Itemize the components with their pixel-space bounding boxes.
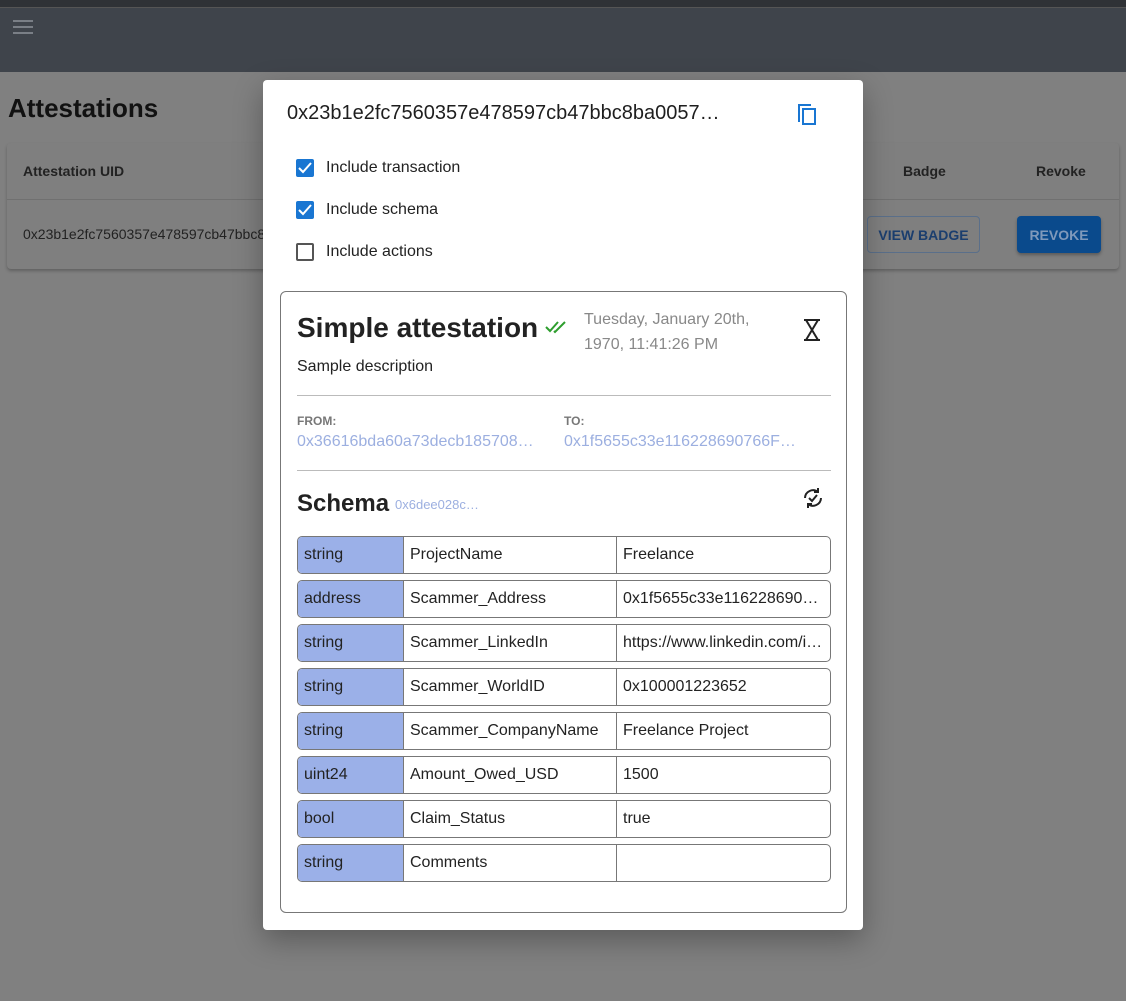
checkbox-option[interactable]: Include schema — [296, 201, 438, 219]
field-value: Freelance — [617, 537, 830, 573]
attestation-description: Sample description — [297, 358, 434, 375]
to-label: TO: — [564, 414, 585, 428]
field-value — [617, 845, 830, 881]
field-type: string — [298, 845, 404, 881]
field-type: string — [298, 669, 404, 705]
schema-field-row: string Scammer_CompanyName Freelance Proje… — [297, 712, 831, 750]
field-name: Scammer_LinkedIn — [404, 625, 617, 661]
double-check-icon — [545, 321, 566, 334]
checkbox-label: Include schema — [326, 201, 439, 218]
hourglass-icon — [804, 319, 820, 341]
attestation-card: Simple attestation Tuesday, January 20th… — [280, 291, 847, 913]
divider — [297, 470, 831, 471]
schema-title: Schema — [297, 490, 390, 517]
field-name: Scammer_Address — [404, 581, 617, 617]
field-name: Claim_Status — [404, 801, 617, 837]
field-value: true — [617, 801, 830, 837]
revoke-button[interactable]: REVOKE — [1017, 216, 1101, 253]
hamburger-menu-icon[interactable] — [13, 20, 33, 34]
to-address[interactable]: 0x1f5655c33e116228690766F… — [564, 433, 796, 451]
view-badge-button[interactable]: VIEW BADGE — [867, 216, 980, 253]
header-uid: Attestation UID — [23, 163, 125, 179]
field-type: uint24 — [298, 757, 404, 793]
header-revoke: Revoke — [1036, 163, 1086, 179]
schema-fields: string ProjectName Freelance address Scammer… — [297, 536, 831, 888]
attestation-uid[interactable]: 0x23b1e2fc7560357e478597cb47bbc8 — [23, 226, 265, 242]
from-label: FROM: — [297, 414, 337, 428]
divider — [297, 395, 831, 396]
checkbox-label: Include transaction — [326, 159, 461, 176]
attestation-date: Tuesday, January 20th, 1970, 11:41:26 PM — [584, 311, 750, 353]
schema-uid[interactable]: 0x6dee028c… — [395, 497, 479, 512]
field-name: Comments — [404, 845, 617, 881]
field-value: 0x1f5655c33e116228690… — [617, 581, 830, 617]
field-name: Scammer_WorldID — [404, 669, 617, 705]
app-bar — [0, 8, 1126, 72]
field-name: Scammer_CompanyName — [404, 713, 617, 749]
attestation-dialog: 0x23b1e2fc7560357e478597cb47bbc8ba0057… … — [263, 80, 863, 930]
schema-field-row: address Scammer_Address 0x1f5655c33e116228… — [297, 580, 831, 618]
field-value-text: 0x1f5655c33e116228690… — [623, 590, 819, 607]
field-value: 1500 — [617, 757, 830, 793]
dialog-title: 0x23b1e2fc7560357e478597cb47bbc8ba0057… — [287, 102, 720, 124]
checkbox-option[interactable]: Include transaction — [296, 159, 460, 177]
checkbox-unchecked-icon[interactable] — [296, 243, 314, 261]
field-type: string — [298, 537, 404, 573]
copy-icon[interactable] — [796, 102, 818, 126]
field-name: ProjectName — [404, 537, 617, 573]
field-value-text: https://www.linkedin.com/i… — [623, 634, 823, 651]
field-type: string — [298, 713, 404, 749]
field-value-text: 0x100001223652 — [623, 678, 747, 695]
schema-field-row: uint24 Amount_Owed_USD 1500 — [297, 756, 831, 794]
schema-field-row: string Scammer_WorldID 0x100001223652 — [297, 668, 831, 706]
header-badge: Badge — [903, 163, 946, 179]
window-top-bar — [0, 0, 1126, 8]
field-value: 0x100001223652 — [617, 669, 830, 705]
from-address[interactable]: 0x36616bda60a73decb185708… — [297, 433, 534, 451]
field-value: Freelance Project — [617, 713, 830, 749]
field-type: string — [298, 625, 404, 661]
checkbox-checked-icon[interactable] — [296, 201, 314, 219]
field-value-text: true — [623, 810, 651, 827]
checkbox-label: Include actions — [326, 243, 433, 260]
field-value-text: Freelance Project — [623, 722, 749, 739]
field-type: bool — [298, 801, 404, 837]
schema-field-row: string Comments — [297, 844, 831, 882]
field-value-text: 1500 — [623, 766, 659, 783]
page-title: Attestations — [8, 93, 159, 123]
checkbox-checked-icon[interactable] — [296, 159, 314, 177]
field-name: Amount_Owed_USD — [404, 757, 617, 793]
schema-field-row: string ProjectName Freelance — [297, 536, 831, 574]
schema-field-row: bool Claim_Status true — [297, 800, 831, 838]
refresh-check-icon[interactable] — [801, 486, 825, 510]
field-value-text: Freelance — [623, 546, 695, 563]
schema-field-row: string Scammer_LinkedIn https://www.linked… — [297, 624, 831, 662]
field-type: address — [298, 581, 404, 617]
attestation-title: Simple attestation — [297, 312, 539, 343]
checkbox-option[interactable]: Include actions — [296, 243, 433, 261]
field-value: https://www.linkedin.com/i… — [617, 625, 830, 661]
